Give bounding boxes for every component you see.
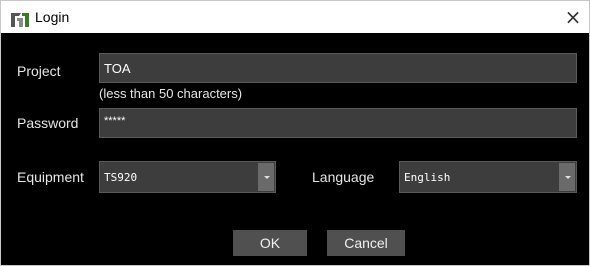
password-input[interactable]: ***** xyxy=(99,108,577,138)
project-label: Project xyxy=(17,63,61,79)
equipment-select-value: TS920 xyxy=(104,171,138,184)
language-select[interactable]: English xyxy=(399,161,577,193)
login-dialog: Login × Project TOA (less than 50 charac… xyxy=(0,0,590,266)
close-icon: × xyxy=(564,5,582,29)
cancel-button[interactable]: Cancel xyxy=(327,230,405,256)
chevron-down-icon[interactable] xyxy=(559,163,575,191)
language-label: Language xyxy=(312,169,375,185)
equipment-select[interactable]: TS920 xyxy=(99,161,276,193)
project-input[interactable]: TOA xyxy=(99,53,577,83)
window-title: Login xyxy=(35,9,70,25)
close-button[interactable]: × xyxy=(561,5,585,29)
project-input-value: TOA xyxy=(104,61,131,76)
ok-button[interactable]: OK xyxy=(233,230,307,256)
title-bar[interactable]: Login × xyxy=(1,1,589,33)
equipment-label: Equipment xyxy=(17,169,84,185)
language-select-value: English xyxy=(404,171,451,184)
chevron-down-icon[interactable] xyxy=(258,163,274,191)
password-input-value: ***** xyxy=(104,115,126,127)
app-logo-icon xyxy=(10,11,30,28)
password-label: Password xyxy=(17,115,79,131)
project-hint: (less than 50 characters) xyxy=(99,86,243,101)
